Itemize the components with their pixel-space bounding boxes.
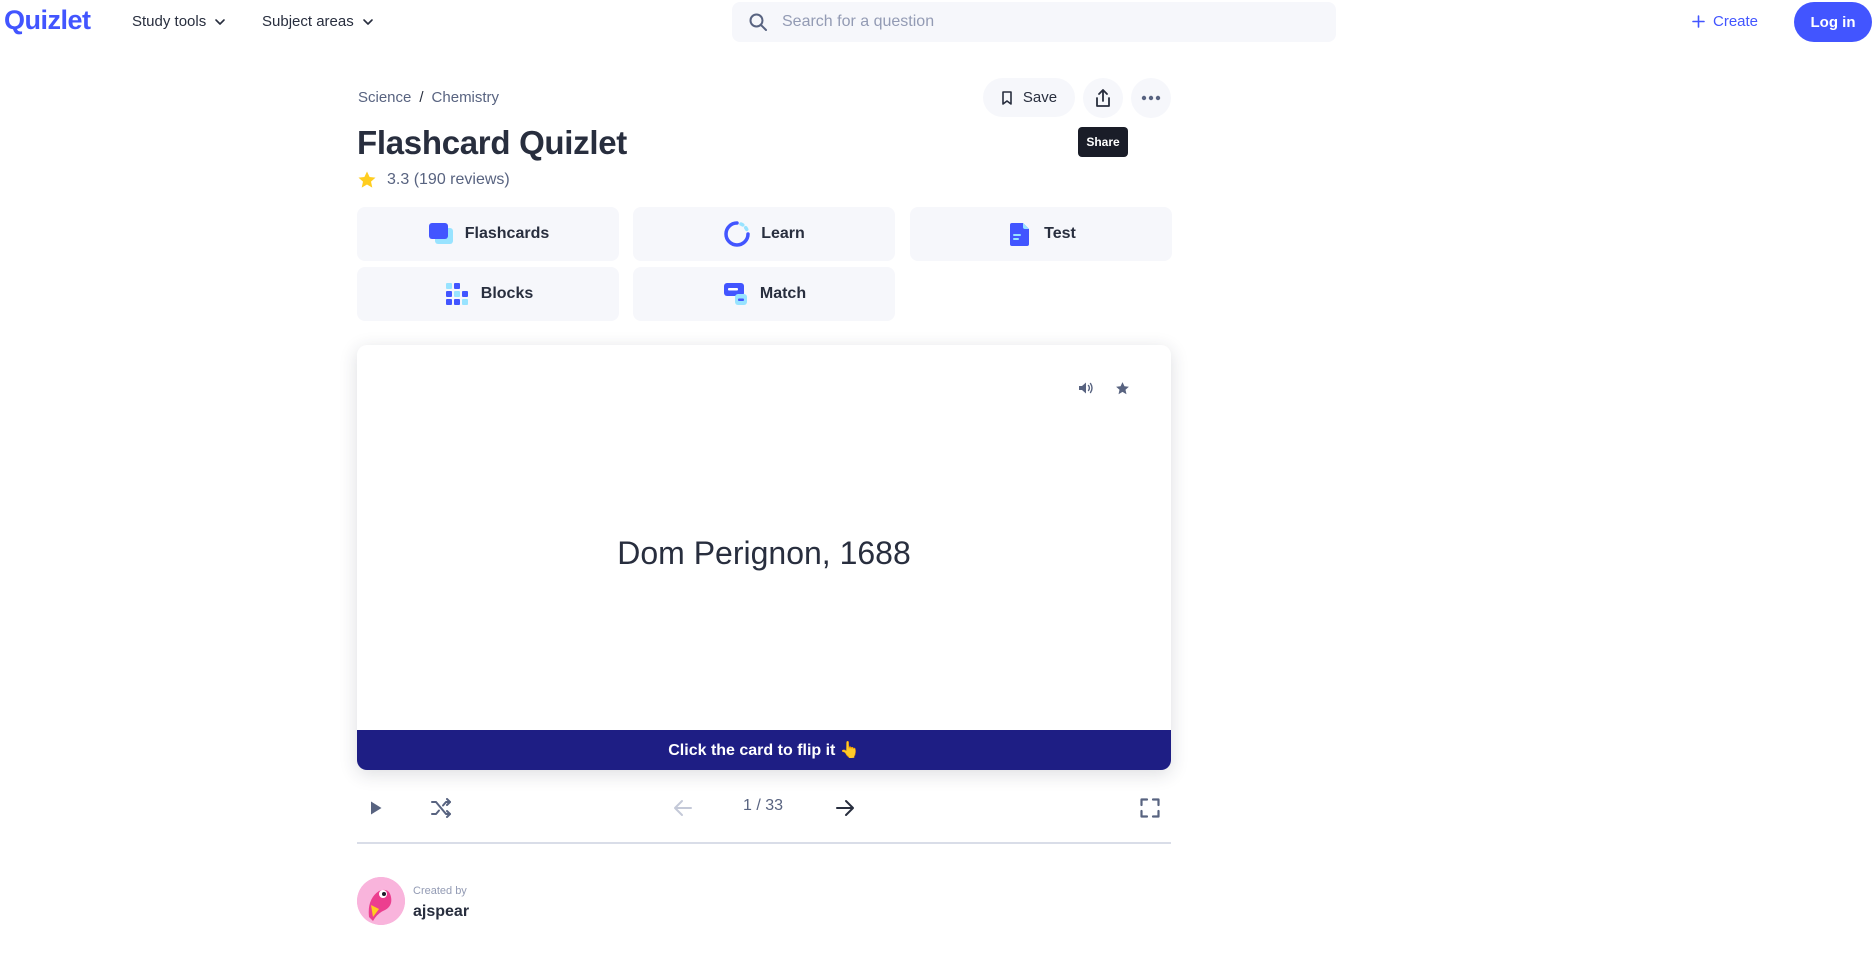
save-label: Save	[1022, 89, 1058, 106]
divider	[357, 842, 1171, 844]
mode-label: Test	[1044, 225, 1076, 242]
card-term: Dom Perignon, 1688	[617, 535, 911, 571]
rating-value: 3.3	[387, 171, 410, 188]
study-tools-menu[interactable]: Study tools	[132, 13, 226, 30]
flashcards-icon	[428, 223, 453, 244]
bookmark-icon	[1002, 90, 1012, 105]
more-horizontal-icon	[1141, 95, 1161, 101]
audio-button[interactable]	[1076, 378, 1096, 398]
breadcrumb-science[interactable]: Science	[358, 89, 411, 106]
mode-label: Match	[759, 285, 807, 302]
flashcard[interactable]: Dom Perignon, 1688 Click the card to fli…	[357, 345, 1171, 770]
flamingo-avatar-icon	[357, 877, 405, 925]
previous-card-button[interactable]	[669, 794, 697, 822]
create-button[interactable]: Create	[1692, 13, 1758, 30]
chevron-down-icon	[362, 18, 373, 25]
mode-label: Learn	[761, 225, 805, 242]
subject-areas-label: Subject areas	[262, 13, 354, 30]
next-card-button[interactable]	[831, 794, 859, 822]
flip-hint-bar: Click the card to flip it 👆	[357, 730, 1171, 770]
share-tooltip: Share	[1078, 127, 1128, 157]
plus-icon	[1692, 15, 1705, 28]
blocks-icon	[445, 283, 468, 305]
mode-match[interactable]: Match	[633, 267, 895, 321]
quizlet-logo[interactable]: Quizlet	[4, 5, 91, 36]
learn-icon	[724, 221, 750, 247]
match-icon	[723, 283, 747, 305]
create-label: Create	[1713, 13, 1759, 30]
mode-learn[interactable]: Learn	[633, 207, 895, 261]
fullscreen-icon	[1140, 798, 1160, 818]
shuffle-button[interactable]	[427, 794, 455, 822]
test-icon	[1010, 223, 1030, 246]
review-count: (190 reviews)	[413, 171, 510, 188]
created-by-label: Created by	[413, 885, 467, 897]
mode-blocks[interactable]: Blocks	[357, 267, 619, 321]
mode-flashcards[interactable]: Flashcards	[357, 207, 619, 261]
share-button[interactable]	[1083, 78, 1123, 118]
speaker-icon	[1079, 382, 1093, 394]
set-rating[interactable]: 3.3 (190 reviews)	[357, 170, 510, 190]
mode-test[interactable]: Test	[910, 207, 1172, 261]
mode-label: Blocks	[480, 285, 534, 302]
creator-avatar[interactable]	[357, 877, 405, 925]
breadcrumb: Science / Chemistry	[358, 89, 499, 106]
more-options-button[interactable]	[1131, 78, 1171, 118]
mode-label: Flashcards	[464, 225, 550, 242]
search-icon	[749, 13, 767, 31]
breadcrumb-chemistry[interactable]: Chemistry	[432, 89, 500, 106]
subject-areas-menu[interactable]: Subject areas	[262, 13, 374, 30]
study-tools-label: Study tools	[132, 13, 207, 30]
save-button[interactable]: Save	[983, 78, 1075, 117]
login-button[interactable]: Log in	[1794, 2, 1872, 42]
card-counter: 1 / 33	[742, 797, 784, 814]
chevron-down-icon	[215, 18, 226, 25]
search-bar[interactable]	[732, 2, 1336, 42]
search-input[interactable]	[780, 12, 1284, 32]
top-nav: Quizlet Study tools Subject areas Create…	[0, 0, 1875, 44]
star-icon	[358, 171, 376, 188]
fullscreen-button[interactable]	[1136, 794, 1164, 822]
set-title: Flashcard Quizlet	[357, 124, 627, 161]
arrow-left-icon	[674, 800, 692, 816]
breadcrumb-separator: /	[419, 89, 424, 106]
creator-name[interactable]: ajspear	[413, 903, 469, 921]
play-icon	[371, 801, 382, 815]
shuffle-icon	[431, 798, 451, 818]
arrow-right-icon	[836, 800, 854, 816]
play-button[interactable]	[362, 794, 390, 822]
star-term-button[interactable]	[1112, 378, 1132, 398]
share-icon	[1096, 89, 1110, 107]
star-icon	[1115, 381, 1129, 394]
